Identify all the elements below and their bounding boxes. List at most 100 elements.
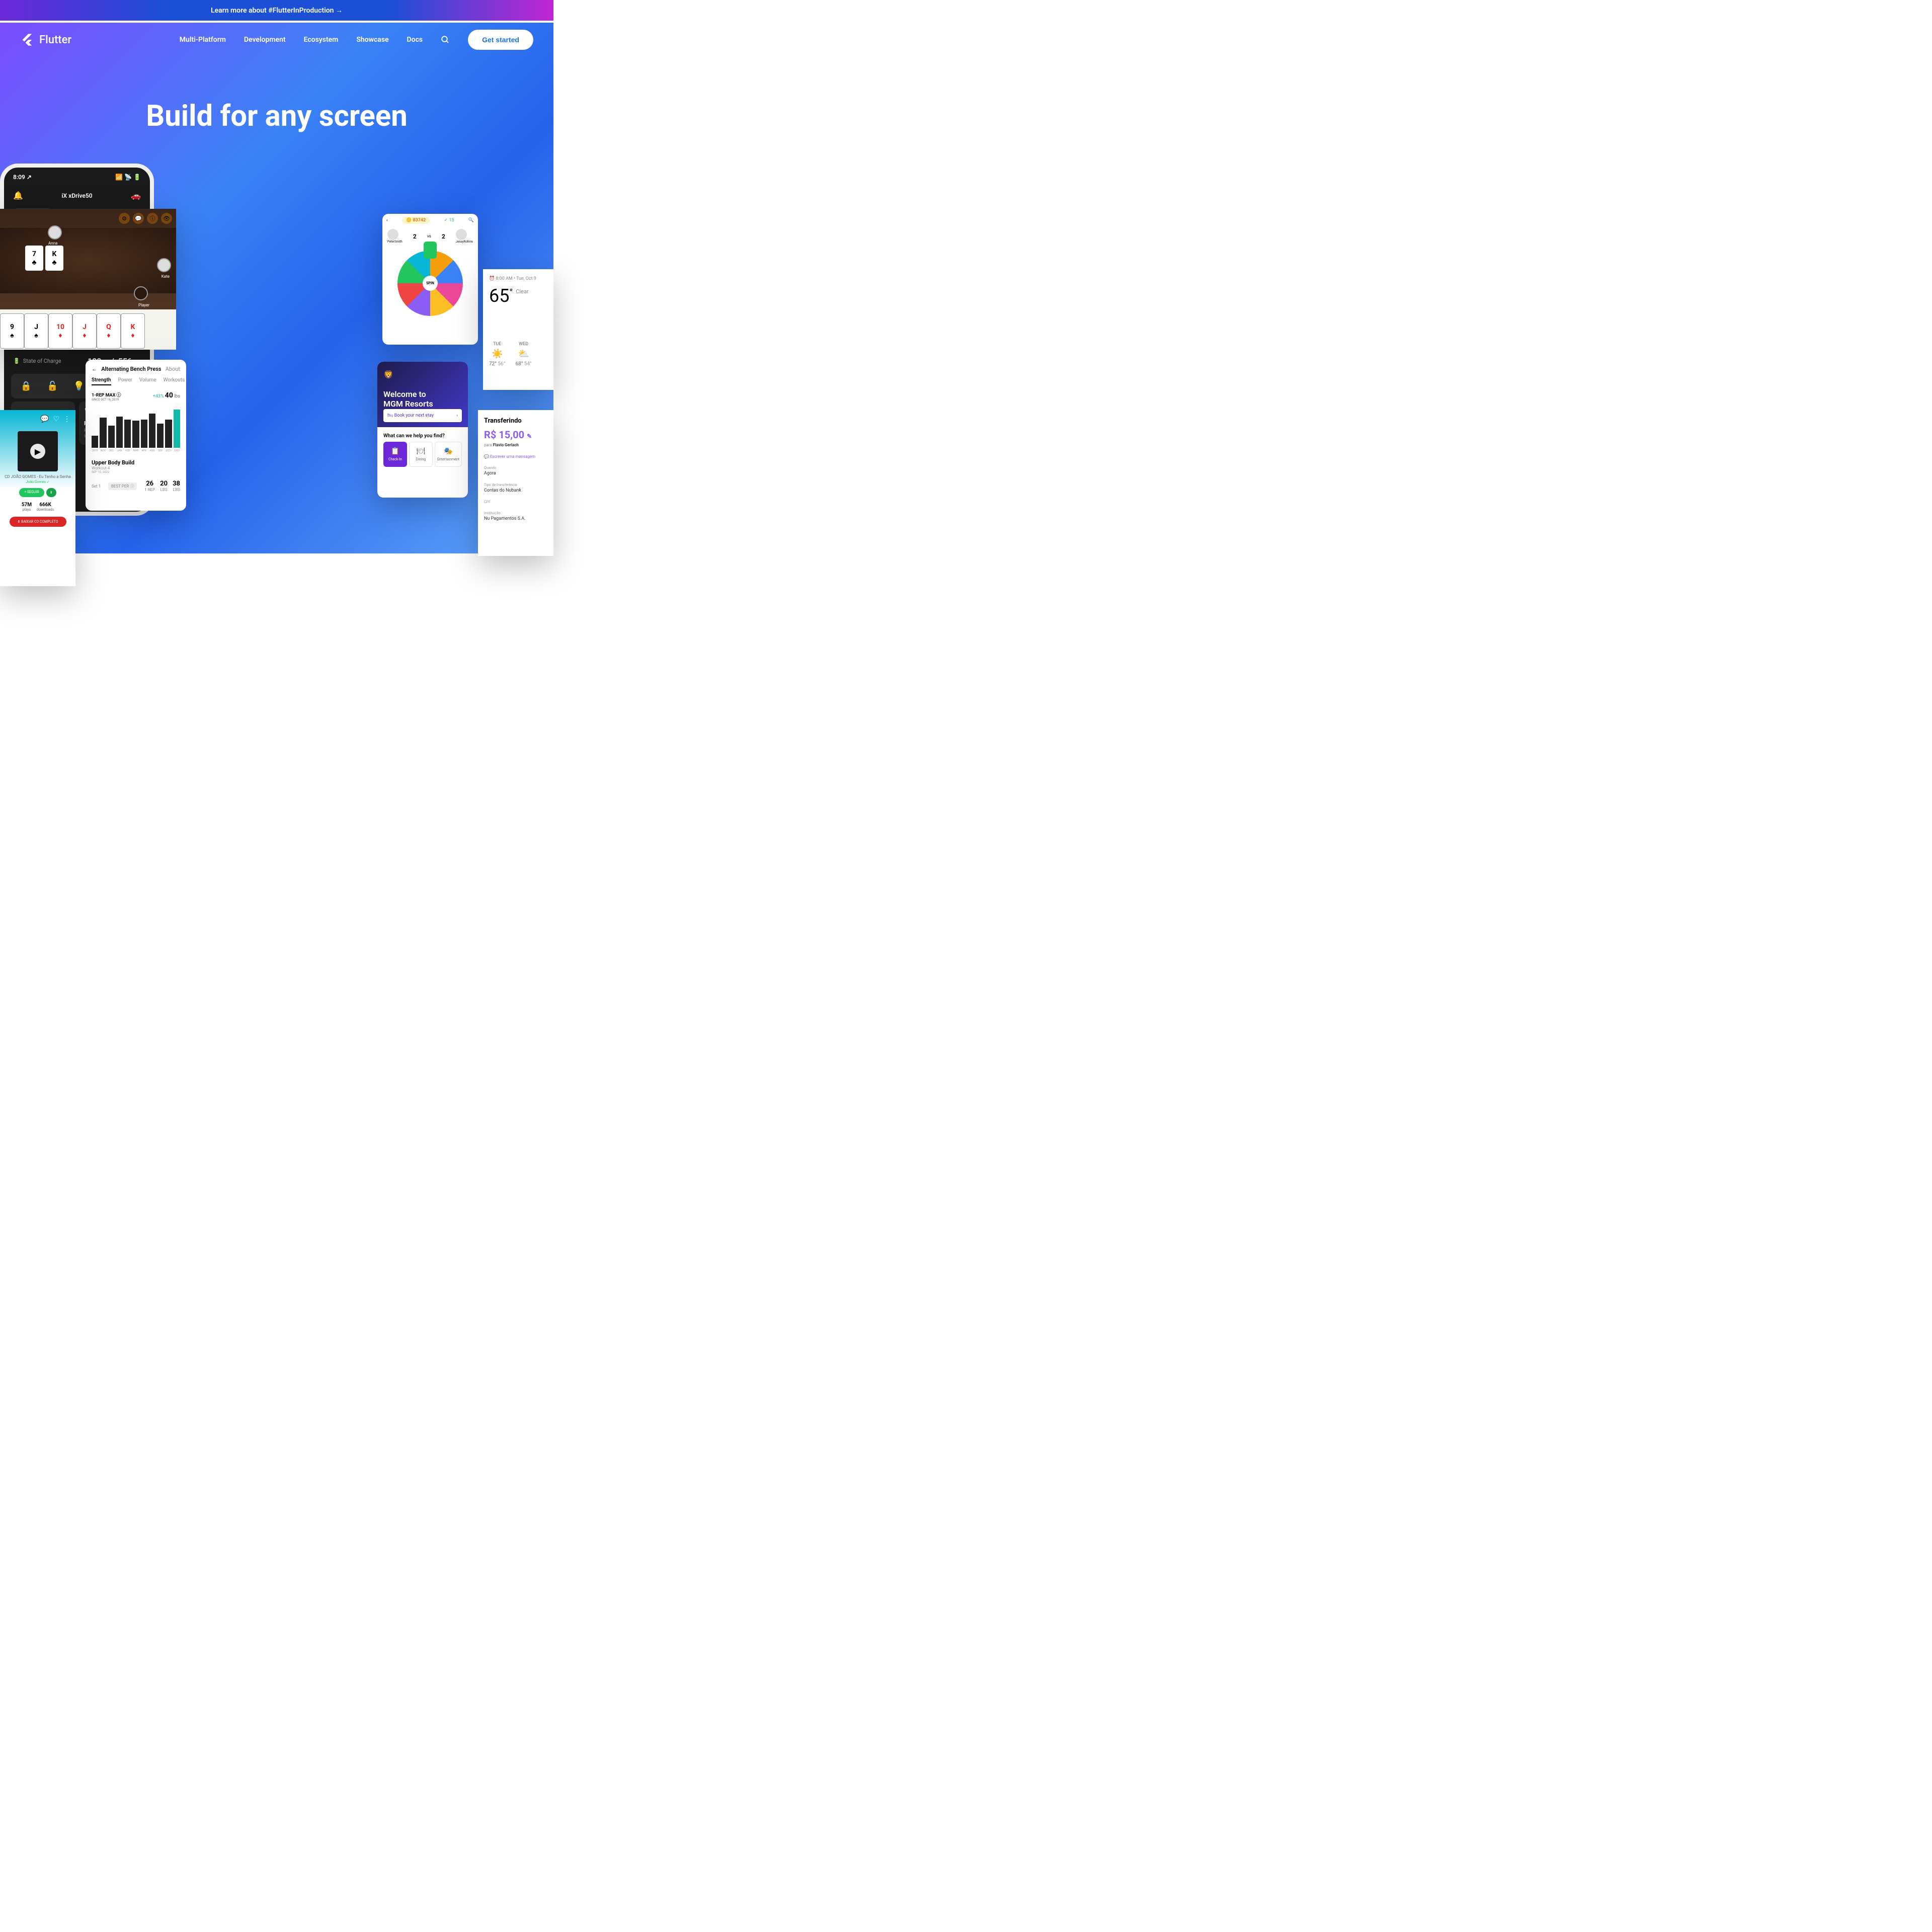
hand-card[interactable]: Q♦ <box>97 313 121 349</box>
hand-card[interactable]: 10♦ <box>48 313 72 349</box>
player-top-avatar <box>48 225 62 239</box>
tile-check-in[interactable]: 📋 Check-In <box>383 442 407 467</box>
tab-power[interactable]: Power <box>118 377 132 385</box>
write-message-link[interactable]: 💬 Escrever uma mensagem <box>484 454 547 459</box>
showcase-card-game: ⚙ 💬 ⓘ 👁 Anna Kate 7♣ K♣ Player 9♠ J♠ 10♦… <box>0 209 176 350</box>
nav-development[interactable]: Development <box>244 36 286 44</box>
chevron-right-icon: › <box>456 413 458 418</box>
download-icon[interactable]: ⬇ <box>46 488 56 497</box>
search-icon[interactable] <box>441 35 450 44</box>
edit-icon[interactable]: ✎ <box>527 433 532 440</box>
field-institution[interactable]: Instituição Nu Pagamentos S.A. <box>484 511 547 521</box>
get-started-button[interactable]: Get started <box>468 30 533 50</box>
unlock-icon[interactable]: 🔓 <box>47 381 58 391</box>
soc-label: 🔋 State of Charge <box>13 358 61 364</box>
download-album-button[interactable]: ⬇ BAIXAR CD COMPLETO <box>10 517 66 527</box>
headlight-icon[interactable]: 💡 <box>73 381 84 391</box>
fitness-tabs: Strength Power Volume Workouts <box>92 377 180 385</box>
status-time: 8:09 ↗ <box>13 174 32 181</box>
forecast-day: WED ⛅ 68° 54° <box>515 342 531 367</box>
brand-name: Flutter <box>39 34 71 46</box>
about-link[interactable]: About <box>166 366 180 372</box>
mgm-welcome: Welcome toMGM Resorts <box>383 389 462 409</box>
player-right-name: Kate <box>162 274 170 279</box>
showcase-fitness-app: ← Alternating Bench Press About Strength… <box>86 360 186 511</box>
player-left-name: PeterSmith <box>387 240 403 244</box>
settings-icon[interactable]: ⚙ <box>119 213 130 224</box>
flutter-logo-icon <box>20 33 34 47</box>
check-badge: ✓ 15 <box>444 218 454 223</box>
back-icon[interactable]: ← <box>92 366 97 372</box>
hand-card[interactable]: 9♠ <box>0 313 24 349</box>
player-bottom-avatar <box>134 286 148 300</box>
car-icon[interactable]: 🚗 <box>131 191 141 200</box>
spin-button[interactable]: SPIN <box>423 276 438 291</box>
game-table: Anna Kate 7♣ K♣ Player <box>0 228 176 293</box>
tile-entertainment[interactable]: 🎭 Entertainment <box>435 442 462 467</box>
rep-value: 40 <box>165 391 173 399</box>
set-label: Set 1 <box>92 484 101 489</box>
entertainment-icon: 🎭 <box>437 447 459 455</box>
lock-icon[interactable]: 🔒 <box>21 381 32 391</box>
heart-icon[interactable]: ♡ <box>53 415 59 423</box>
player-hand: 9♠ J♠ 10♦ J♦ Q♦ K♦ <box>0 309 176 350</box>
logo[interactable]: Flutter <box>20 33 71 47</box>
banner-text[interactable]: Learn more about #FlutterInProduction → <box>211 7 343 15</box>
field-type[interactable]: Tipo de transferência Contas do Nubank <box>484 483 547 493</box>
cloud-icon: ⛅ <box>515 349 531 359</box>
table-cards: 7♣ K♣ <box>25 246 63 271</box>
nav-multi-platform[interactable]: Multi-Platform <box>180 36 226 44</box>
fitness-chart <box>92 408 180 448</box>
transfer-amount: R$ 15,00 ✎ <box>484 429 547 441</box>
artist-name[interactable]: João Gomes ✓ <box>0 480 75 484</box>
field-when[interactable]: Quando Agora <box>484 466 547 476</box>
info-icon[interactable]: ⓘ <box>147 213 158 224</box>
nav-ecosystem[interactable]: Ecosystem <box>304 36 339 44</box>
hero-title: Build for any screen <box>0 99 553 133</box>
player-right-avatar <box>157 258 171 272</box>
tab-workouts[interactable]: Workouts <box>164 377 185 385</box>
tile-dining[interactable]: 🍽 Dining <box>409 442 433 467</box>
showcase-mgm-app: 🦁 Welcome toMGM Resorts 🛏 Book your next… <box>377 362 468 498</box>
bell-icon[interactable]: 🔔 <box>13 191 23 200</box>
player-top-name: Anna <box>48 241 57 246</box>
showcase-area: 8:09 ↗ 📶 📡 🔋 🔔 iX xDrive50 🚗 Check Statu… <box>0 164 553 526</box>
mgm-tiles: 📋 Check-In 🍽 Dining 🎭 Entertainment <box>377 442 468 467</box>
tab-volume[interactable]: Volume <box>139 377 156 385</box>
nav-docs[interactable]: Docs <box>407 36 423 44</box>
player-right-name: JessyRobins <box>456 240 473 244</box>
eye-icon[interactable]: 👁 <box>161 213 172 224</box>
tab-strength[interactable]: Strength <box>92 377 111 385</box>
help-title: What can we help you find? <box>377 427 468 442</box>
transfer-recipient: para Flavio Gerlach <box>484 443 547 447</box>
nav-showcase[interactable]: Showcase <box>356 36 388 44</box>
downloads-value: 666K <box>37 502 54 508</box>
share-icon[interactable]: 💬 <box>40 415 49 423</box>
forecast-days: TUE ☀️ 72° 56° WED ⛅ 68° 54° <box>489 342 547 367</box>
hand-card[interactable]: K♦ <box>121 313 145 349</box>
showcase-trivia-app: ‹ 🪙 83742 ✓ 15 🔍 PeterSmith 2 vs 2 Jessy… <box>382 214 478 345</box>
plays-value: 57M <box>22 502 32 508</box>
announcement-banner[interactable]: Learn more about #FlutterInProduction → <box>0 0 553 21</box>
downloads-label: downloads <box>37 508 54 512</box>
back-arrow-icon[interactable]: ‹ <box>386 218 388 223</box>
showcase-weather-app: ⏰ 8:00 AM • Tue, Oct 9 65° Clear TUE ☀️ … <box>483 269 553 390</box>
play-button[interactable]: ▶ <box>30 444 45 459</box>
chart-axis: 2019NOVDECJANFEBMARAPRAUGSEP20212022 <box>92 449 180 452</box>
more-icon[interactable]: ⋮ <box>63 415 70 423</box>
table-card: K♣ <box>45 246 63 271</box>
spin-wheel[interactable]: SPIN <box>397 251 463 316</box>
follow-button[interactable]: + SEGUIR <box>19 488 44 497</box>
book-stay-button[interactable]: 🛏 Book your next stay› <box>383 409 462 422</box>
status-bar: 8:09 ↗ 📶 📡 🔋 <box>4 168 150 187</box>
rep-max-label: 1-REP MAX ⓘ <box>92 391 121 398</box>
chat-icon[interactable]: 💬 <box>133 213 144 224</box>
exercise-title: Alternating Bench Press <box>101 366 161 372</box>
mgm-hero: 🦁 Welcome toMGM Resorts 🛏 Book your next… <box>377 362 468 427</box>
workout-date: SEP 15, 2022 <box>92 470 180 474</box>
field-cpf[interactable]: CPF <box>484 500 547 504</box>
set-badge: BEST PER ⓘ <box>108 482 137 490</box>
search-icon[interactable]: 🔍 <box>468 218 474 223</box>
hand-card[interactable]: J♠ <box>24 313 48 349</box>
hand-card[interactable]: J♦ <box>72 313 97 349</box>
